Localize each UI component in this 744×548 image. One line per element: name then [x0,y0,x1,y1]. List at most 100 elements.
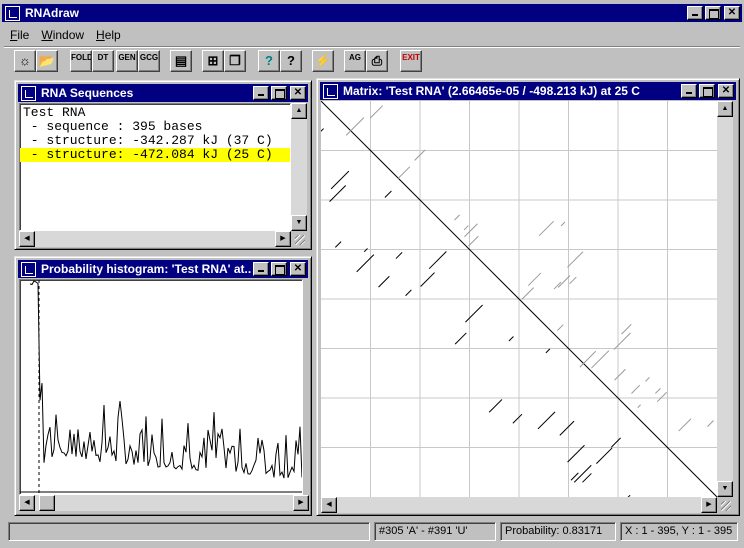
app-icon[interactable] [5,5,20,21]
matrix-horizontal-scrollbar[interactable]: ◀ ▶ [321,497,717,513]
scroll-down-icon[interactable]: ▼ [717,481,733,497]
maximize-button[interactable] [705,6,721,20]
histogram-maximize-button[interactable] [271,262,287,276]
help-box-icon: ? [287,53,295,68]
compute-button[interactable]: ⚡ [312,50,334,72]
exit-button[interactable]: EXIT [400,50,422,72]
structure-helix-segment [384,190,392,198]
structure-helix-segment [537,411,556,430]
scroll-left-icon[interactable]: ◀ [321,497,337,513]
alignment-button[interactable]: AG [344,50,366,72]
histogram-close-button[interactable] [290,262,306,276]
scroll-right-icon[interactable]: ▶ [275,231,291,247]
gcg-button[interactable]: GCG [138,50,160,72]
scroll-right-icon[interactable]: ▶ [701,497,717,513]
scroll-up-icon[interactable]: ▲ [291,103,307,119]
gen-button[interactable]: GEN [116,50,138,72]
structure-helix-segment [428,251,447,270]
rna-sequences-list[interactable]: Test RNA - sequence : 395 bases - struct… [19,103,291,231]
scroll-up-icon[interactable]: ▲ [717,101,733,117]
menu-accelerator: H [96,28,105,42]
structure-helix-segment [363,248,368,253]
lightning-icon: ⚡ [314,53,332,68]
open-button[interactable]: 📂 [36,50,58,72]
matrix-title-bar[interactable]: Matrix: 'Test RNA' (2.66465e-05 / -498.2… [320,82,736,100]
probability-dot-segment [538,220,555,237]
structure-helix-segment [334,241,342,248]
histogram-title-bar[interactable]: Probability histogram: 'Test RNA' at... [18,260,308,278]
dot-plot-area[interactable] [321,101,717,497]
sequence-entry[interactable]: - sequence : 395 bases [20,120,290,134]
status-probability: Probability: 0.83171 [500,522,616,541]
scroll-down-icon[interactable]: ▼ [291,215,307,231]
sequence-name[interactable]: Test RNA [20,106,290,120]
fold-button[interactable]: FOLD [70,50,92,72]
matrix-close-button[interactable] [718,84,734,98]
main-title-bar[interactable]: RNAdraw [2,4,742,22]
probability-dot-segment [560,221,566,227]
structure-helix-segment [378,275,390,288]
histogram-window-icon[interactable] [21,261,36,277]
rna-sequences-title-bar[interactable]: RNA Sequences [18,84,308,102]
histogram-plot-area[interactable] [19,279,303,495]
gen-button-label: GEN [118,53,136,62]
rna-sequences-minimize-button[interactable] [253,86,269,100]
close-button[interactable] [724,6,740,20]
gear-icon: ☼ [19,53,31,68]
probability-dot-segment [557,324,564,331]
settings-button[interactable]: ☼ [14,50,36,72]
resize-grip[interactable] [717,497,733,513]
rna-sequences-horizontal-scrollbar[interactable]: ◀ ▶ [19,231,291,247]
structure-helix-segment [488,399,503,413]
print-button[interactable]: ⎙ [366,50,388,72]
rna-sequences-vertical-scrollbar[interactable]: ▲ ▼ [291,103,307,231]
cascade-button[interactable]: ❐ [224,50,246,72]
rna-sequences-maximize-button[interactable] [271,86,287,100]
structure-helix-segment [454,332,467,345]
sequence-entry[interactable]: - structure: -472.084 kJ (25 C) [20,148,290,162]
structure-helix-segment [330,170,350,190]
scroll-right-icon[interactable]: ▶ [293,495,309,511]
folder-open-icon: 📂 [38,53,56,68]
status-message-pane [8,522,370,541]
scroll-left-icon[interactable]: ◀ [19,231,35,247]
dot-button[interactable]: DT [92,50,114,72]
menu-help[interactable]: Help [90,26,127,44]
probability-dot-segment [463,225,469,231]
histogram-plot [20,280,302,494]
matrix-window-icon[interactable] [323,83,338,99]
rna-sequences-window-icon[interactable] [21,85,36,101]
menu-label-rest: elp [104,28,121,42]
resize-grip[interactable] [291,231,307,247]
text-view-button[interactable]: ▤ [170,50,192,72]
scroll-left-icon[interactable]: ◀ [19,495,35,511]
sequence-entry[interactable]: - structure: -342.287 kJ (37 C) [20,134,290,148]
probability-dot-segment [345,117,365,136]
tile-button[interactable]: ⊞ [202,50,224,72]
structure-helix-segment [321,128,324,132]
structure-helix-segment [420,272,435,287]
help-button[interactable]: ? [258,50,280,72]
structure-helix-segment [545,348,551,354]
menu-file[interactable]: File [4,26,35,44]
histogram-horizontal-scrollbar[interactable]: ◀ ▶ [19,495,309,511]
probability-dot-segment [621,324,632,335]
menu-accelerator: W [41,28,53,42]
histogram-minimize-button[interactable] [253,262,269,276]
probability-dot-segment [631,384,641,394]
matrix-minimize-button[interactable] [681,84,697,98]
structure-helix-segment [508,336,514,342]
matrix-maximize-button[interactable] [699,84,715,98]
matrix-vertical-scrollbar[interactable]: ▲ ▼ [717,101,733,497]
cascade-windows-icon: ❐ [229,53,241,68]
histogram-scroll-thumb[interactable] [39,495,55,511]
minimize-button[interactable] [687,6,703,20]
exit-button-label: EXIT [402,53,420,62]
menu-window[interactable]: Window [35,26,90,44]
probability-dot-segment [397,166,411,180]
context-help-button[interactable]: ? [280,50,302,72]
rna-sequences-close-button[interactable] [290,86,306,100]
histogram-title: Probability histogram: 'Test RNA' at... [41,262,251,276]
question-mark-icon: ? [265,53,273,68]
probability-dot-segment [645,376,650,382]
